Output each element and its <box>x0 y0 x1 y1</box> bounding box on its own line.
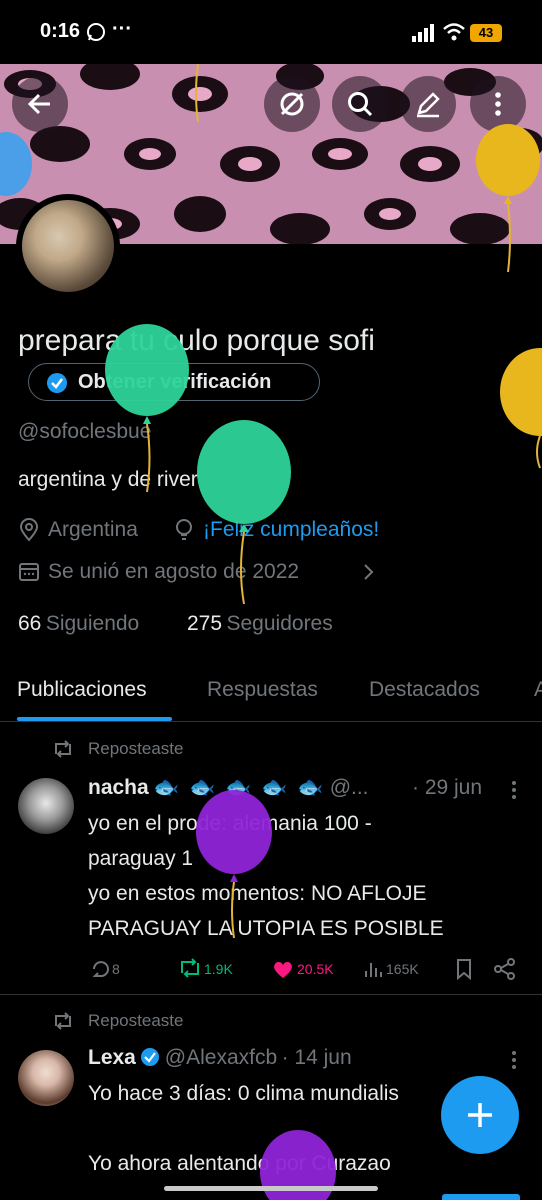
post-text: Yo hace 3 días: 0 clima mundialis Yo aho… <box>88 1082 399 1175</box>
profile-location: Argentina <box>48 518 138 541</box>
view-count: 165K <box>386 961 419 977</box>
repost-label: Reposteaste <box>88 739 184 758</box>
heart-filled-icon[interactable] <box>272 959 294 979</box>
lightbulb-icon <box>176 519 192 540</box>
tabs-divider <box>0 721 542 722</box>
repost-label: Reposteaste <box>88 1011 184 1030</box>
like-count: 20.5K <box>297 961 334 977</box>
followers-link[interactable]: 275 Seguidores <box>187 612 333 636</box>
location-pin-icon <box>19 518 39 542</box>
post-divider <box>0 994 542 995</box>
edit-button[interactable] <box>400 76 456 132</box>
post-header: Lexa @Alexaxfcb · 14 jun <box>88 1046 352 1070</box>
balloon-yellow-icon <box>476 124 540 273</box>
chevron-right-icon[interactable] <box>360 562 376 582</box>
display-name: prepara tu culo porque sofi <box>18 324 375 357</box>
more-vertical-icon <box>495 92 501 116</box>
repost-count: 1.9K <box>204 961 233 977</box>
balloon-blue-icon <box>0 132 32 196</box>
status-time: 0:16 <box>40 20 81 42</box>
verified-badge-icon <box>141 1048 160 1066</box>
repost-action-icon[interactable] <box>178 958 202 978</box>
balloon-green-icon <box>197 420 291 605</box>
following-count: 66 <box>18 612 42 635</box>
reply-count: 8 <box>112 961 120 977</box>
following-label: Siguiendo <box>45 612 140 635</box>
battery-indicator: 43 <box>470 24 502 42</box>
verified-badge-icon <box>47 373 67 393</box>
post-author-handle[interactable]: @Alexaxfcb <box>165 1046 277 1069</box>
balloon-purple-icon <box>196 790 272 939</box>
signal-icon <box>412 24 434 42</box>
repost-icon <box>55 1012 71 1030</box>
fab-shadow-edge <box>442 1194 520 1200</box>
post-author-name[interactable]: Lexa <box>88 1046 136 1069</box>
balloon-green-icon <box>105 324 189 493</box>
plus-icon <box>468 1103 492 1127</box>
followers-count: 275 <box>187 612 223 635</box>
reply-icon[interactable] <box>90 958 112 980</box>
search-icon <box>348 92 373 117</box>
grok-button[interactable] <box>264 76 320 132</box>
post-date: · 29 jun <box>412 776 483 799</box>
pencil-icon <box>417 92 440 118</box>
whatsapp-icon <box>87 23 105 41</box>
avatar[interactable] <box>22 200 114 292</box>
views-icon[interactable] <box>364 959 384 979</box>
search-button[interactable] <box>332 76 388 132</box>
tab-highlights[interactable]: Destacados <box>369 678 480 702</box>
post-author-handle[interactable]: @... <box>330 776 369 799</box>
repost-icon <box>55 740 71 758</box>
compose-post-button[interactable] <box>441 1076 519 1154</box>
post-more-icon[interactable] <box>510 1050 518 1070</box>
tab-replies[interactable]: Respuestas <box>207 678 318 702</box>
bookmark-icon[interactable] <box>456 958 472 980</box>
grok-icon <box>280 92 304 116</box>
tab-articles[interactable]: A <box>534 678 542 702</box>
balloon-yellow-icon <box>500 348 542 469</box>
arrow-left-icon <box>27 93 50 115</box>
avatar[interactable] <box>18 1050 74 1106</box>
avatar[interactable] <box>18 778 74 834</box>
status-more: ··· <box>112 18 132 40</box>
back-button[interactable] <box>12 76 68 132</box>
calendar-icon <box>19 563 39 581</box>
post-more-icon[interactable] <box>510 780 518 800</box>
balloon-string <box>195 64 199 123</box>
post-author-name[interactable]: nacha <box>88 776 149 799</box>
following-link[interactable]: 66 Siguiendo <box>18 612 139 636</box>
share-icon[interactable] <box>494 958 516 980</box>
home-indicator[interactable] <box>164 1186 378 1191</box>
followers-label: Seguidores <box>226 612 333 635</box>
wifi-icon <box>443 23 465 41</box>
tab-posts[interactable]: Publicaciones <box>17 678 147 702</box>
post-date: · 14 jun <box>281 1046 352 1069</box>
